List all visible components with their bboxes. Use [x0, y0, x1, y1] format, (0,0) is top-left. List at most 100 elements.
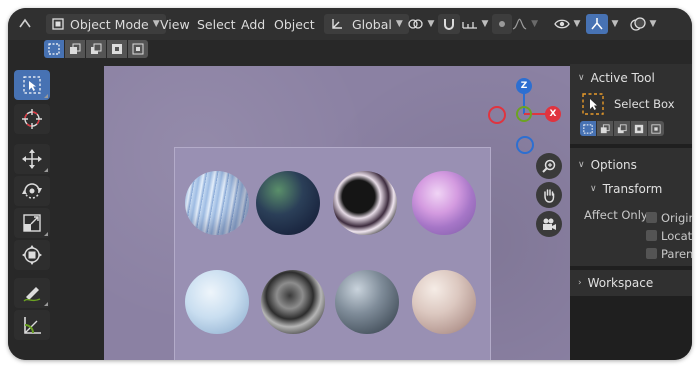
gizmo-axis-z[interactable]: Z — [516, 78, 532, 94]
workspace-panel: › Workspace — [570, 270, 692, 296]
material-preview-plane — [174, 147, 491, 360]
select-extend-icon — [600, 123, 610, 133]
menu-add[interactable]: Add — [241, 8, 265, 40]
checkbox-origins-label: Origins — [661, 211, 692, 225]
object-mode-icon — [52, 18, 64, 30]
viewport-header: Object Mode ▼ View Select Add Object Glo… — [8, 8, 692, 40]
transform-icon — [22, 245, 42, 265]
sidebar-select-subtract-button[interactable] — [614, 121, 630, 136]
checkbox-locations[interactable]: Locations — [646, 225, 692, 244]
active-tool-panel: ∨ Active Tool Select Box — [570, 64, 692, 144]
select-difference-button[interactable] — [107, 40, 127, 58]
active-tool-title: Active Tool — [590, 71, 655, 85]
zoom-button[interactable] — [536, 153, 562, 179]
chevron-down-icon: ▼ — [152, 19, 160, 29]
tool-measure[interactable] — [14, 310, 50, 340]
mode-dropdown[interactable]: Object Mode ▼ — [46, 14, 166, 34]
menu-view[interactable]: View — [160, 8, 190, 40]
axes-icon — [332, 19, 342, 29]
select-subtract-button[interactable] — [86, 40, 106, 58]
material-sphere-ice-blue[interactable] — [185, 270, 249, 334]
sidebar-select-intersect-button[interactable] — [648, 121, 664, 136]
chevron-down-icon: ▼ — [395, 19, 403, 29]
n-panel-sidebar: ∨ Active Tool Select Box ∨ Options ∨ Tra… — [570, 64, 692, 360]
snap-target-dropdown[interactable]: ▼ — [460, 14, 490, 34]
checkbox-origins-box[interactable] — [646, 212, 657, 223]
tool-select-box[interactable] — [14, 70, 50, 100]
chevron-down-icon: ∨ — [578, 73, 585, 83]
falloff-dropdown[interactable]: ▼ — [512, 14, 538, 34]
gizmo-icon — [591, 18, 603, 30]
mode-label: Object Mode — [70, 16, 149, 32]
checkbox-locations-box[interactable] — [646, 230, 657, 241]
proportional-edit-toggle[interactable] — [492, 14, 512, 34]
select-subtract-icon — [617, 123, 627, 133]
sidebar-select-difference-button[interactable] — [631, 121, 647, 136]
select-new-button[interactable] — [44, 40, 64, 58]
material-sphere-black-white-marble[interactable] — [333, 171, 397, 235]
chevron-down-icon: ▼ — [573, 19, 581, 29]
material-sphere-dark-blue-green[interactable] — [256, 171, 320, 235]
snap-toggle[interactable] — [438, 14, 460, 34]
checkbox-origins[interactable]: Origins — [646, 207, 692, 226]
affect-only-label: Affect Only — [584, 208, 648, 222]
select-intersect-icon — [651, 123, 661, 134]
tool-transform[interactable] — [14, 240, 50, 270]
editor-type-button[interactable] — [18, 8, 32, 40]
select-intersect-icon — [132, 43, 144, 55]
chevron-down-icon: ▼ — [611, 19, 619, 29]
falloff-curve-icon — [512, 18, 527, 30]
tool-rotate[interactable] — [14, 176, 50, 206]
material-sphere-pearl[interactable] — [412, 270, 476, 334]
3d-viewport[interactable]: Z X — [104, 66, 576, 360]
visibility-dropdown[interactable]: ▼ — [552, 14, 582, 34]
checkbox-parents-box[interactable] — [646, 248, 657, 259]
tool-scale[interactable] — [14, 208, 50, 238]
cursor-icon — [22, 109, 42, 129]
sidebar-select-extend-button[interactable] — [597, 121, 613, 136]
tool-cursor[interactable] — [14, 104, 50, 134]
material-sphere-blue-wood[interactable] — [185, 171, 249, 235]
snap-increment-icon — [461, 22, 477, 29]
gizmo-toggle[interactable] — [586, 14, 608, 34]
select-intersect-button[interactable] — [128, 40, 148, 58]
gizmo-axis-neg-z[interactable] — [516, 136, 534, 154]
tool-annotate[interactable] — [14, 278, 50, 308]
menu-select[interactable]: Select — [197, 8, 236, 40]
chevron-down-icon: ▼ — [481, 19, 489, 29]
active-tool-header[interactable]: ∨ Active Tool — [570, 67, 655, 89]
axis-x-label: X — [549, 109, 557, 119]
material-sphere-rough-stone[interactable] — [261, 270, 325, 334]
tool-variants-indicator — [44, 94, 48, 98]
sidebar-select-new-button[interactable] — [580, 121, 596, 136]
transform-subheader[interactable]: ∨ Transform — [582, 178, 662, 200]
material-sphere-pink-iridescent[interactable] — [412, 171, 476, 235]
checkbox-parents[interactable]: Parents — [646, 243, 692, 262]
pan-button[interactable] — [536, 182, 562, 208]
overlays-icon — [629, 17, 646, 31]
workspace-title: Workspace — [587, 276, 654, 290]
checkbox-locations-label: Locations — [661, 229, 692, 243]
checkbox-parents-label: Parents — [661, 247, 692, 261]
overlays-dropdown[interactable]: ▼ — [626, 14, 660, 34]
orientation-dropdown[interactable]: Global ▼ — [324, 14, 409, 34]
gizmo-dropdown[interactable]: ▼ — [608, 14, 622, 34]
pivot-point-button[interactable]: ▼ — [406, 14, 436, 34]
gizmo-axis-y[interactable] — [516, 106, 532, 122]
proportional-icon — [499, 21, 505, 27]
editor-type-icon — [19, 18, 31, 28]
pivot-icon — [407, 19, 423, 29]
options-header[interactable]: ∨ Options — [570, 154, 637, 176]
gizmo-axis-x[interactable]: X — [545, 106, 561, 122]
chevron-down-icon: ∨ — [578, 160, 585, 170]
tool-move[interactable] — [14, 144, 50, 174]
chevron-down-icon: ▼ — [649, 19, 657, 29]
move-icon — [22, 149, 42, 169]
camera-view-button[interactable] — [536, 211, 562, 237]
menu-object[interactable]: Object — [274, 8, 315, 40]
select-new-icon — [583, 123, 593, 134]
gizmo-axis-neg-x[interactable] — [488, 106, 506, 124]
workspace-header[interactable]: › Workspace — [570, 272, 653, 294]
select-extend-button[interactable] — [65, 40, 85, 58]
material-sphere-glass[interactable] — [335, 270, 399, 334]
